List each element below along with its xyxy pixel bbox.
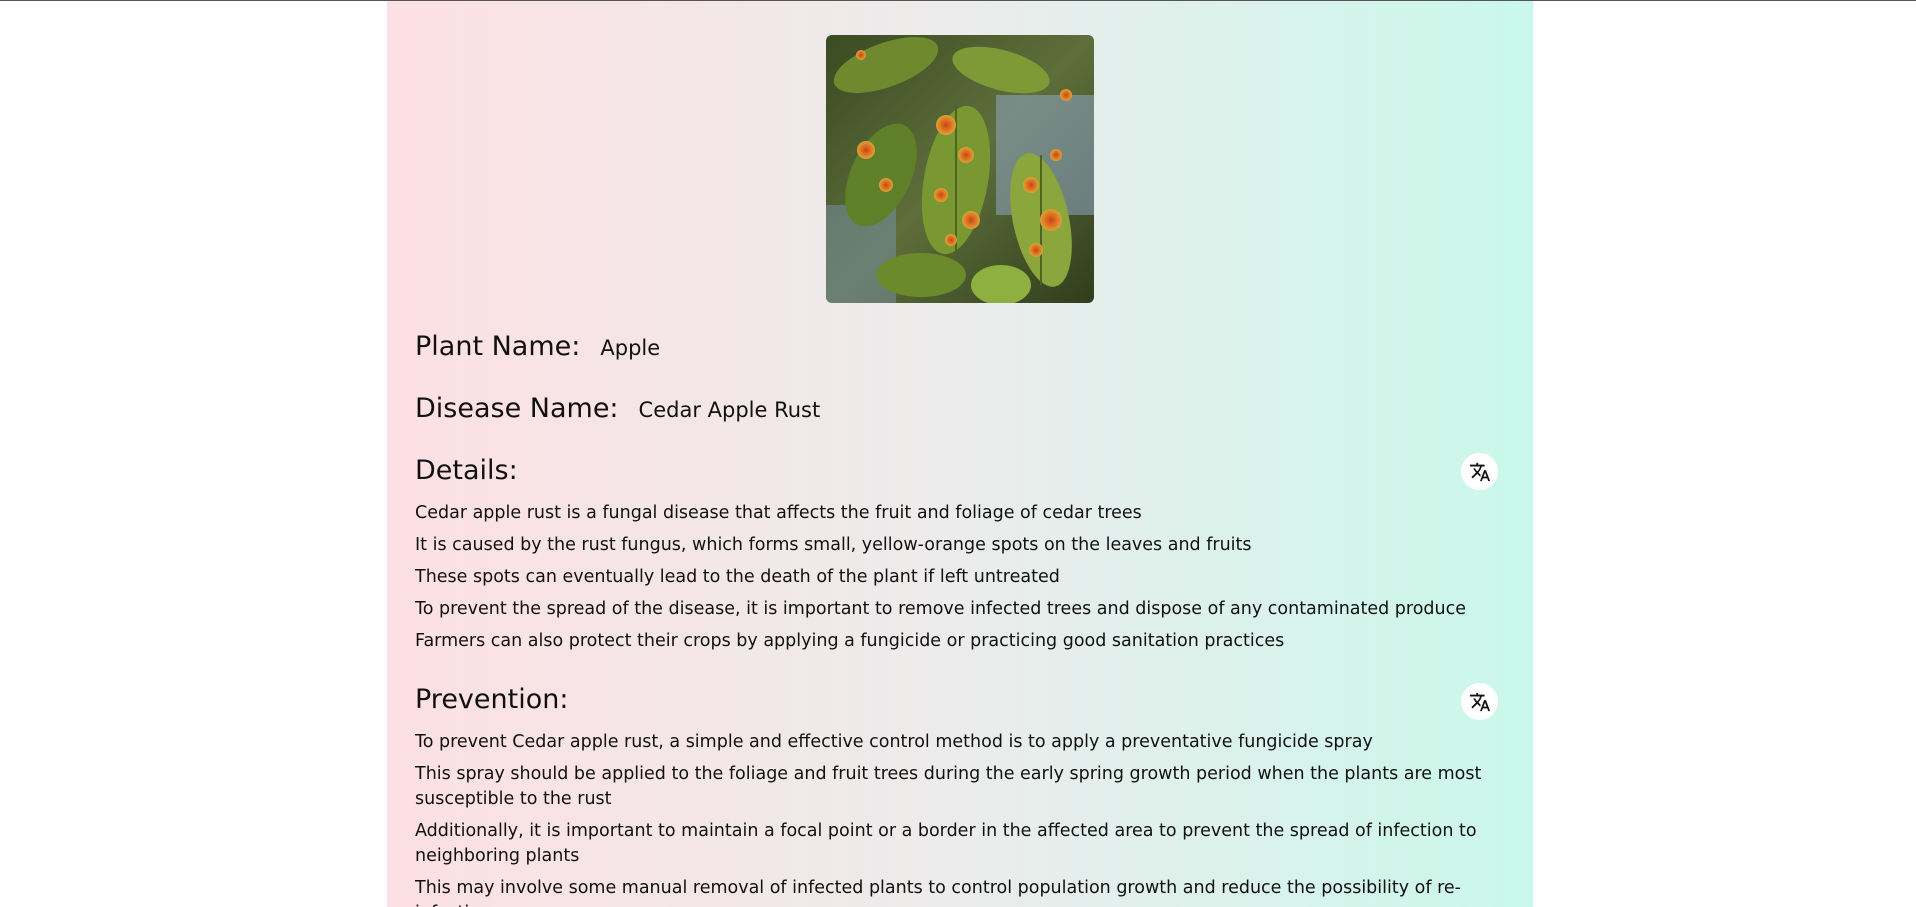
disease-result-panel: Plant Name: Apple Disease Name: Cedar Ap… [387,1,1533,907]
translate-icon [1469,692,1490,711]
prevention-line: This may involve some manual removal of … [415,878,1461,907]
prevention-line: Additionally, it is important to maintai… [415,821,1477,866]
details-line: These spots can eventually lead to the d… [415,567,1060,587]
prevention-translate-button[interactable] [1461,683,1498,720]
plant-photo [826,35,1094,303]
details-heading: Details: [415,455,518,486]
plant-name-label: Plant Name: [415,331,581,362]
prevention-list: To prevent Cedar apple rust, a simple an… [415,730,1505,907]
details-line: It is caused by the rust fungus, which f… [415,535,1252,555]
details-list: Cedar apple rust is a fungal disease tha… [415,501,1505,661]
prevention-line: To prevent Cedar apple rust, a simple an… [415,732,1373,752]
details-translate-button[interactable] [1461,453,1498,490]
plant-name-row: Plant Name: Apple [415,331,660,362]
disease-name-row: Disease Name: Cedar Apple Rust [415,393,820,424]
prevention-line: This spray should be applied to the foli… [415,764,1482,809]
details-line: To prevent the spread of the disease, it… [415,599,1467,619]
details-line: Farmers can also protect their crops by … [415,631,1285,651]
plant-name-value: Apple [600,336,661,360]
prevention-heading: Prevention: [415,684,569,715]
details-line: Cedar apple rust is a fungal disease tha… [415,503,1142,523]
disease-name-label: Disease Name: [415,393,619,424]
disease-name-value: Cedar Apple Rust [638,398,821,422]
translate-icon [1469,462,1490,481]
